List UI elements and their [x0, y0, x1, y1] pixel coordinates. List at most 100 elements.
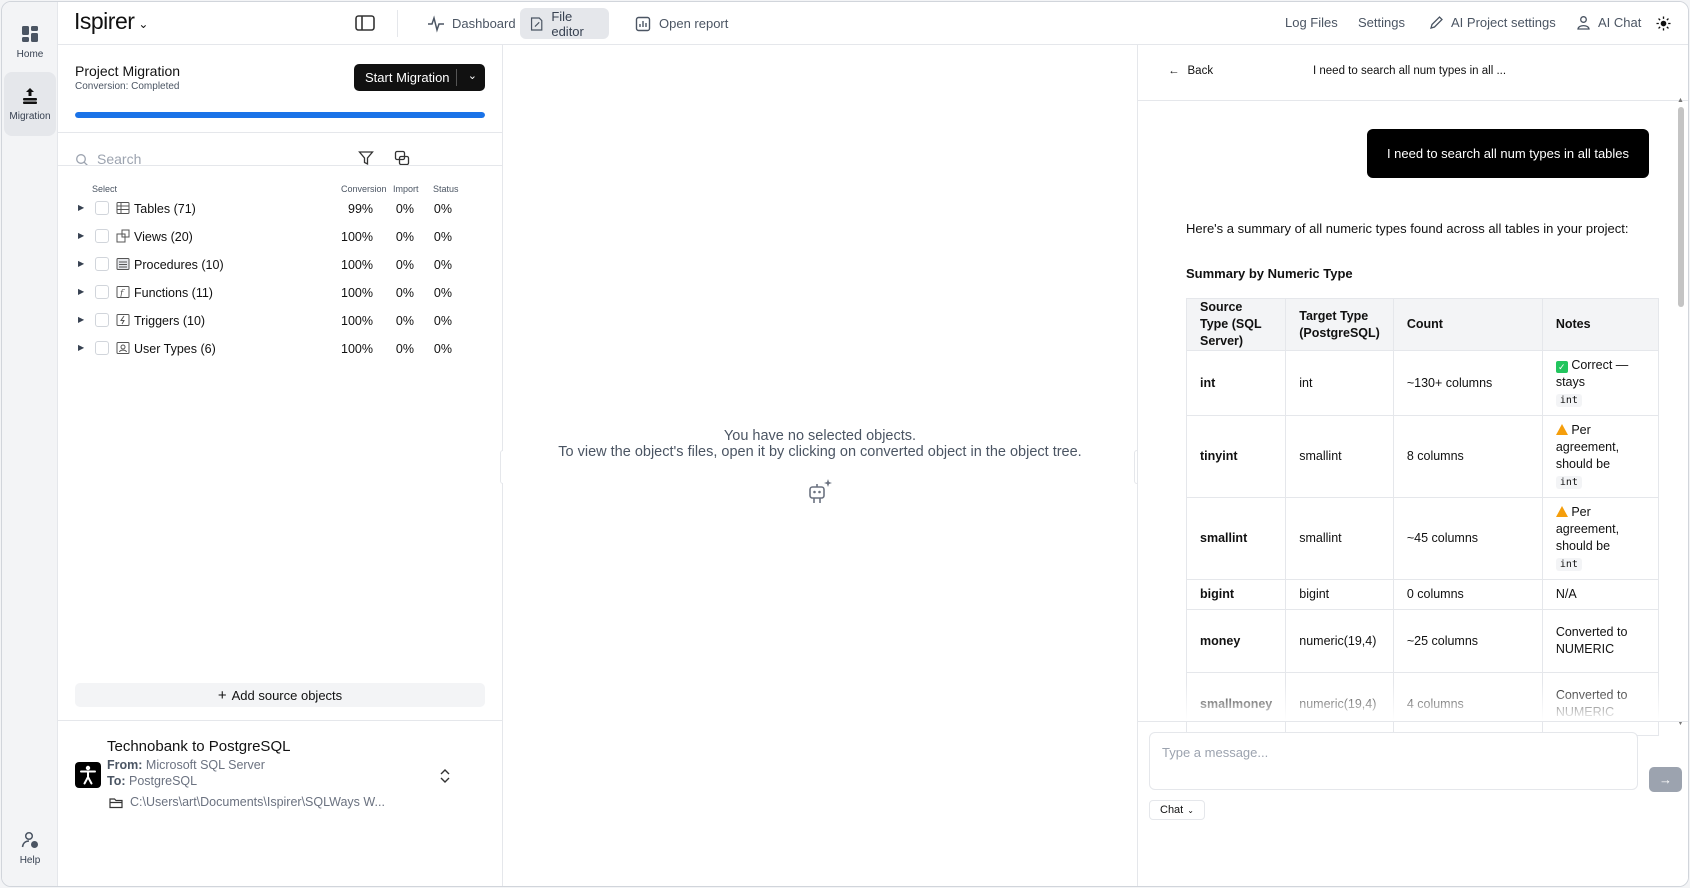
rail-home[interactable]: Home: [4, 10, 56, 74]
project-path: C:\Users\art\Documents\Ispirer\SQLWays W…: [130, 795, 385, 809]
expand-caret-icon[interactable]: ▶: [78, 231, 84, 240]
conversion-value: 100%: [341, 342, 373, 356]
note: Per agreement, should be int: [1541, 497, 1660, 580]
app-window: Home Migration Help Ispirer ⌄ Dashboard …: [1, 1, 1689, 887]
column-header-conversion: Conversion: [341, 184, 387, 194]
filter-icon[interactable]: [358, 150, 374, 166]
column-header-import: Import: [393, 184, 419, 194]
to-value: PostgreSQL: [129, 774, 198, 788]
ai-chat-link[interactable]: AI Chat: [1576, 15, 1641, 30]
status-value: 0%: [433, 314, 452, 328]
tree-row-user-types[interactable]: ▶ User Types (6) 100% 0% 0%: [58, 335, 502, 363]
message-input[interactable]: [1149, 732, 1638, 790]
settings-link[interactable]: Settings: [1358, 15, 1405, 30]
table-row: bigint bigint 0 columns N/A: [1185, 579, 1660, 610]
add-source-objects-button[interactable]: + Add source objects: [75, 683, 485, 707]
source-type: bigint: [1185, 579, 1287, 610]
tree-row-label: Procedures (10): [134, 258, 224, 272]
row-checkbox[interactable]: [95, 285, 109, 299]
dashboard-grid-icon: [22, 26, 38, 42]
upload-stack-icon: [23, 88, 37, 104]
pencil-icon: [1430, 16, 1443, 29]
arrow-right-icon: →: [1659, 772, 1672, 787]
user-help-icon: [21, 831, 38, 848]
tree-row-tables[interactable]: ▶ Tables (71) 99% 0% 0%: [58, 195, 502, 223]
table-icon: [116, 202, 130, 214]
row-checkbox[interactable]: [95, 229, 109, 243]
source-type: money: [1185, 609, 1287, 673]
brand-logo: Ispirer: [74, 8, 135, 34]
count: ~130+ columns: [1392, 350, 1543, 416]
tab-dashboard[interactable]: Dashboard: [418, 8, 525, 39]
assistant-intro: Here's a summary of all numeric types fo…: [1186, 221, 1629, 236]
chevron-down-icon[interactable]: ⌄: [468, 69, 477, 82]
start-migration-button[interactable]: Start Migration ⌄: [354, 64, 485, 91]
column-header: Count: [1392, 298, 1543, 351]
table-row: smallint smallint ~45 columns Per agreem…: [1185, 497, 1660, 580]
log-files-link[interactable]: Log Files: [1285, 15, 1338, 30]
from-label: From:: [107, 758, 143, 772]
tree-row-triggers[interactable]: ▶ Triggers (10) 100% 0% 0%: [58, 307, 502, 335]
expand-caret-icon[interactable]: ▶: [78, 343, 84, 352]
count: ~45 columns: [1392, 497, 1543, 580]
report-icon: [635, 16, 651, 31]
count: ~25 columns: [1392, 609, 1543, 673]
compare-icon[interactable]: [394, 150, 410, 166]
tree-row-label: Views (20): [134, 230, 193, 244]
column-header: Source Type (SQL Server): [1185, 298, 1287, 351]
rail-migration[interactable]: Migration: [4, 72, 56, 136]
tree-row-views[interactable]: ▶ Views (20) 100% 0% 0%: [58, 223, 502, 251]
conversion-value: 100%: [341, 314, 373, 328]
assistant-heading: Summary by Numeric Type: [1186, 266, 1353, 281]
column-header: Notes: [1541, 298, 1660, 351]
note-code: int: [1555, 476, 1582, 489]
send-button[interactable]: →: [1649, 767, 1682, 792]
target-type: bigint: [1285, 579, 1394, 610]
expand-caret-icon[interactable]: ▶: [78, 203, 84, 212]
expand-caret-icon[interactable]: ▶: [78, 315, 84, 324]
row-checkbox[interactable]: [95, 201, 109, 215]
row-checkbox[interactable]: [95, 313, 109, 327]
chat-mode-selector[interactable]: Chat ⌄: [1149, 800, 1205, 820]
chat-composer: → Chat ⌄: [1138, 721, 1688, 886]
target-db: To: PostgreSQL: [107, 774, 197, 788]
rail-help[interactable]: Help: [4, 820, 56, 876]
arrow-left-icon: ←: [1168, 65, 1180, 77]
conversion-value: 100%: [341, 286, 373, 300]
chevron-up-down-icon[interactable]: [438, 768, 452, 784]
search-input[interactable]: [97, 146, 337, 172]
to-label: To:: [107, 774, 126, 788]
theme-toggle-sun-icon[interactable]: [1656, 16, 1671, 31]
expand-caret-icon[interactable]: ▶: [78, 259, 84, 268]
chat-scrollbar[interactable]: ▲ ▼: [1677, 97, 1685, 727]
scrollbar-thumb[interactable]: [1678, 107, 1684, 307]
row-checkbox[interactable]: [95, 257, 109, 271]
ai-project-settings-link[interactable]: AI Project settings: [1429, 15, 1556, 30]
object-tree-panel: Project Migration Conversion: Completed …: [58, 45, 503, 886]
conversion-value: 100%: [341, 230, 373, 244]
rail-help-label: Help: [19, 855, 41, 866]
expand-caret-icon[interactable]: ▶: [78, 287, 84, 296]
tree-row-functions[interactable]: ▶ f Functions (11) 100% 0% 0%: [58, 279, 502, 307]
brand-switcher[interactable]: Ispirer ⌄: [74, 8, 148, 35]
back-label: Back: [1187, 65, 1214, 77]
chevron-down-icon: ⌄: [1187, 805, 1194, 815]
count: 8 columns: [1392, 415, 1543, 498]
numeric-types-table: Source Type (SQL Server) Target Type (Po…: [1185, 298, 1660, 736]
tab-open-report-label: Open report: [659, 16, 729, 31]
divider: [58, 132, 502, 133]
accessibility-icon[interactable]: [75, 762, 101, 788]
edit-file-icon: [530, 16, 543, 31]
back-button[interactable]: ← Back: [1168, 65, 1213, 77]
tab-open-report[interactable]: Open report: [625, 8, 737, 39]
chevron-down-icon: ⌄: [138, 16, 148, 31]
scroll-up-icon[interactable]: ▲: [1677, 97, 1684, 104]
sidebar-toggle-icon[interactable]: [354, 13, 376, 33]
conversion-value: 99%: [348, 202, 374, 216]
status-value: 0%: [433, 342, 452, 356]
row-checkbox[interactable]: [95, 341, 109, 355]
project-status: Conversion: Completed: [75, 81, 180, 92]
tab-file-editor[interactable]: File editor: [520, 8, 609, 39]
rail-migration-label: Migration: [9, 111, 51, 122]
tree-row-procedures[interactable]: ▶ Procedures (10) 100% 0% 0%: [58, 251, 502, 279]
